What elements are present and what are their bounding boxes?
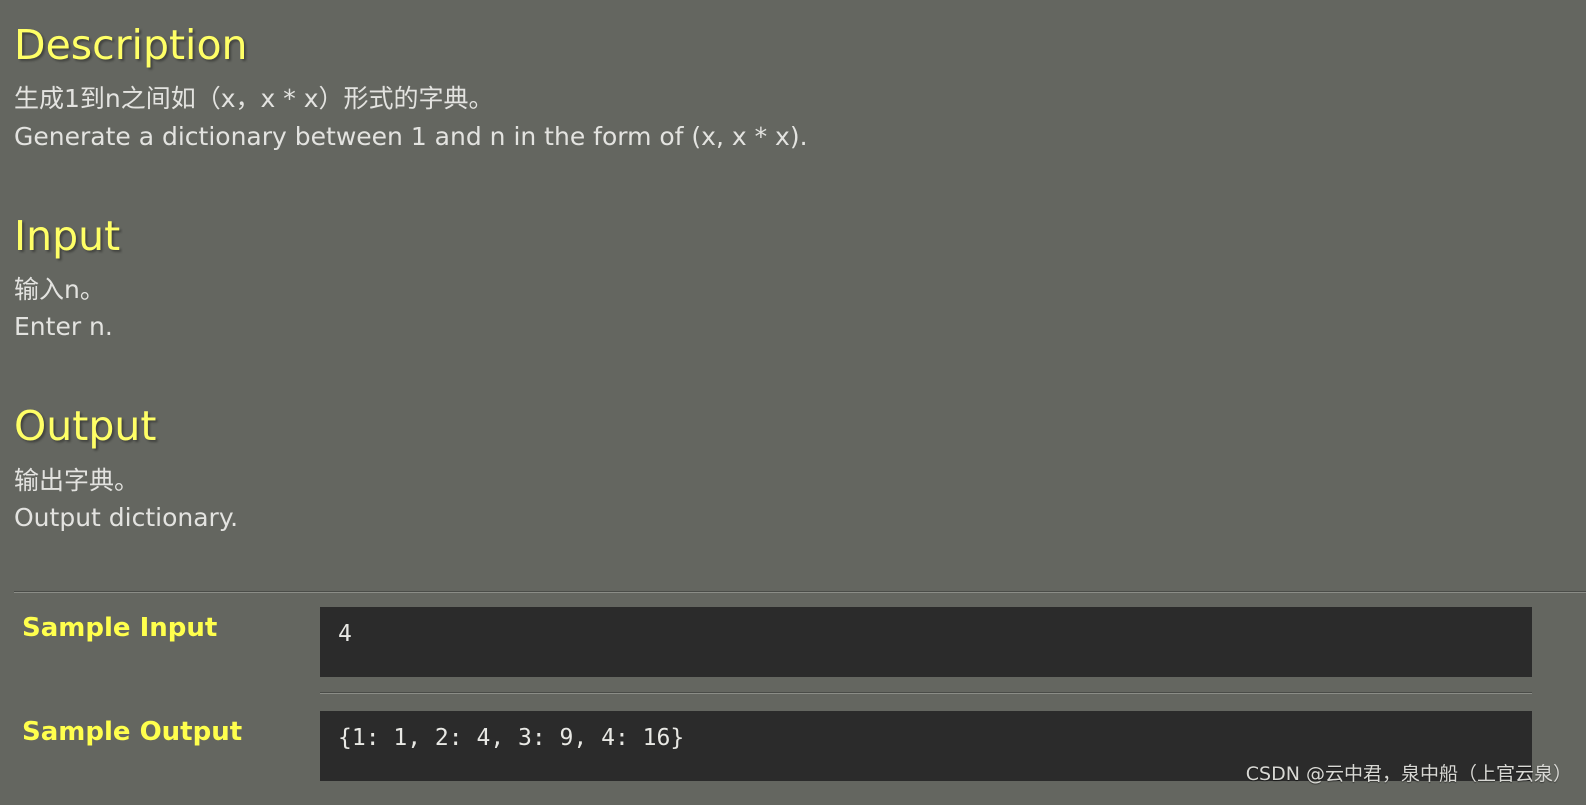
description-heading: Description	[14, 21, 248, 69]
output-text-chinese: 输出字典。	[14, 466, 140, 495]
output-heading: Output	[14, 402, 157, 450]
sample-input-label: Sample Input	[22, 613, 218, 643]
sample-input-code-block[interactable]: 4	[320, 607, 1532, 677]
input-heading: Input	[14, 212, 121, 260]
input-text-english: Enter n.	[14, 312, 113, 341]
input-text-chinese: 输入n。	[14, 275, 105, 304]
samples-middle-divider	[320, 692, 1532, 694]
output-text-english: Output dictionary.	[14, 503, 239, 532]
problem-statement-page: Description 生成1到n之间如（x，x * x）形式的字典。 Gene…	[0, 0, 1586, 805]
description-text-chinese: 生成1到n之间如（x，x * x）形式的字典。	[14, 84, 494, 113]
samples-top-divider	[14, 591, 1586, 593]
sample-output-code-block[interactable]: {1: 1, 2: 4, 3: 9, 4: 16}	[320, 711, 1532, 781]
sample-output-label: Sample Output	[22, 717, 243, 747]
description-text-english: Generate a dictionary between 1 and n in…	[14, 122, 808, 151]
